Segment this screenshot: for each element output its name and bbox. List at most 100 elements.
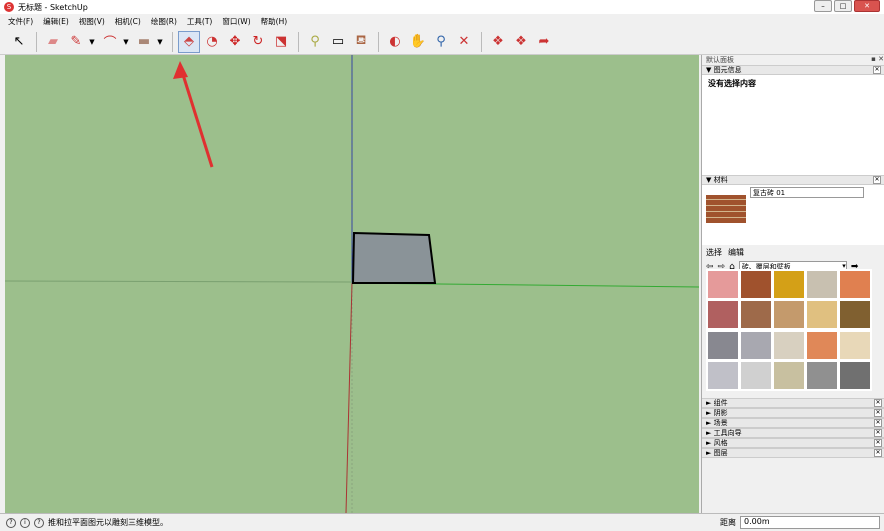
toolbar-separator — [481, 31, 482, 52]
menu-view[interactable]: 视图(V) — [79, 16, 105, 27]
materials-header[interactable]: ▼ 材料 ✕ — [702, 175, 884, 185]
collapsed-section-header[interactable]: ► 阴影 ✕ — [702, 408, 884, 418]
maximize-button[interactable]: □ — [834, 0, 852, 12]
toolbar-separator — [298, 31, 299, 52]
material-swatch[interactable] — [774, 361, 804, 389]
close-icon[interactable]: ✕ — [873, 176, 881, 184]
paint-bucket-tool-icon[interactable]: ⛾ — [350, 31, 372, 53]
tab-edit[interactable]: 编辑 — [728, 247, 744, 258]
material-swatch[interactable] — [774, 271, 804, 298]
default-tray: 默认面板 ▪ ✕ ▼ 图元信息 ✕ 没有选择内容 ▼ 材料 ✕ 复古砖 01 选… — [701, 55, 884, 513]
material-swatch[interactable] — [708, 301, 738, 329]
share-model-icon[interactable]: ➦ — [533, 31, 555, 53]
window-title: 无标题 - SketchUp — [18, 2, 88, 12]
close-icon[interactable]: ✕ — [874, 449, 882, 457]
close-icon[interactable]: ✕ — [874, 399, 882, 407]
close-button[interactable]: ✕ — [854, 0, 880, 12]
instructor-icon[interactable]: ? — [34, 517, 44, 528]
material-swatch[interactable] — [708, 271, 738, 298]
eraser-tool-icon[interactable]: ▰ — [42, 31, 64, 53]
collapsed-section-header[interactable]: ► 图层 ✕ — [702, 448, 884, 458]
text-tool-icon[interactable]: ▭ — [327, 31, 349, 53]
material-swatch[interactable] — [807, 361, 837, 389]
menu-tools[interactable]: 工具(T) — [187, 16, 212, 27]
close-icon[interactable]: ✕ — [874, 419, 882, 427]
extruded-face — [351, 231, 437, 284]
material-swatch[interactable] — [708, 331, 738, 359]
material-preview-swatch — [706, 195, 746, 223]
menu-bar: 文件(F) 编辑(E) 视图(V) 相机(C) 绘图(R) 工具(T) 窗口(W… — [0, 15, 884, 28]
rectangle-tool-icon[interactable]: ▬ — [133, 31, 155, 53]
close-icon[interactable]: ✕ — [874, 409, 882, 417]
material-swatch[interactable] — [840, 271, 870, 298]
menu-help[interactable]: 帮助(H) — [261, 16, 288, 27]
material-preview-area: 复古砖 01 — [702, 185, 884, 245]
toolbar-separator — [172, 31, 173, 52]
extension-warehouse-icon[interactable]: ❖ — [510, 31, 532, 53]
material-swatch[interactable] — [708, 361, 738, 389]
material-swatch[interactable] — [840, 301, 870, 329]
zoom-tool-icon[interactable]: ⚲ — [430, 31, 452, 53]
sketchup-logo-icon: S — [4, 2, 14, 12]
select-tool-icon[interactable]: ↖ — [8, 31, 30, 53]
close-icon[interactable]: ✕ — [874, 439, 882, 447]
follow-me-tool-icon[interactable]: ◔ — [201, 31, 223, 53]
geo-location-icon[interactable]: ? — [6, 517, 16, 528]
close-icon[interactable]: ✕ — [874, 429, 882, 437]
menu-draw[interactable]: 绘图(R) — [151, 16, 177, 27]
chevron-down-icon[interactable]: ▼ — [156, 31, 164, 53]
material-swatch[interactable] — [774, 331, 804, 359]
main-toolbar: ↖ ▰ ✎ ▼ ⌒ ▼ ▬ ▼ ⬘ ◔ ✥ ↻ ⬔ ⚲ ▭ ⛾ ◐ ✋ ⚲ ✕ … — [0, 29, 884, 55]
zoom-extents-tool-icon[interactable]: ✕ — [453, 31, 475, 53]
move-tool-icon[interactable]: ✥ — [224, 31, 246, 53]
pencil-tool-icon[interactable]: ✎ — [65, 31, 87, 53]
push-pull-tool-icon[interactable]: ⬘ — [178, 30, 200, 53]
chevron-down-icon[interactable]: ▼ — [88, 31, 96, 53]
collapsed-section-header[interactable]: ► 工具向导 ✕ — [702, 428, 884, 438]
pan-tool-icon[interactable]: ✋ — [407, 31, 429, 53]
entity-info-body: 没有选择内容 — [702, 75, 884, 175]
toolbar-separator — [36, 31, 37, 52]
collapsed-section-header[interactable]: ► 场景 ✕ — [702, 418, 884, 428]
orbit-tool-icon[interactable]: ◐ — [384, 31, 406, 53]
chevron-down-icon[interactable]: ▼ — [122, 31, 130, 53]
title-bar: S 无标题 - SketchUp – □ ✕ — [0, 0, 884, 14]
entity-info-header[interactable]: ▼ 图元信息 ✕ — [702, 65, 884, 75]
collapsed-section-header[interactable]: ► 组件 ✕ — [702, 398, 884, 408]
scale-tool-icon[interactable]: ⬔ — [270, 31, 292, 53]
measurements-box[interactable]: 0.00m — [740, 516, 880, 529]
menu-edit[interactable]: 编辑(E) — [43, 16, 69, 27]
material-swatch[interactable] — [807, 301, 837, 329]
warehouse-icon[interactable]: ❖ — [487, 31, 509, 53]
model-viewport[interactable] — [5, 55, 699, 513]
menu-file[interactable]: 文件(F) — [8, 16, 33, 27]
tray-title: 默认面板 ▪ ✕ — [702, 55, 884, 65]
collapsed-section-header[interactable]: ► 风格 ✕ — [702, 438, 884, 448]
material-swatch[interactable] — [840, 361, 870, 389]
materials-tabs: 选择 编辑 — [702, 245, 884, 259]
material-swatch[interactable] — [741, 361, 771, 389]
menu-window[interactable]: 窗口(W) — [222, 16, 250, 27]
credits-icon[interactable]: i — [20, 517, 30, 528]
menu-camera[interactable]: 相机(C) — [115, 16, 141, 27]
arc-tool-icon[interactable]: ⌒ — [99, 31, 121, 53]
collapsed-sections: ► 组件 ✕ ► 阴影 ✕ ► 场景 ✕ ► 工具向导 ✕ ► 风格 ✕ ► 图层 ✕ — [702, 398, 884, 458]
material-swatch[interactable] — [741, 301, 771, 329]
minimize-button[interactable]: – — [814, 0, 832, 12]
material-swatch[interactable] — [741, 271, 771, 298]
axes-and-model — [5, 55, 699, 513]
material-swatch[interactable] — [741, 331, 771, 359]
tape-measure-tool-icon[interactable]: ⚲ — [304, 31, 326, 53]
material-name-field[interactable]: 复古砖 01 — [750, 187, 864, 198]
status-bar: ? i ? 推和拉平面图元以雕刻三维模型。 距离 0.00m — [0, 513, 884, 531]
status-hint: 推和拉平面图元以雕刻三维模型。 — [48, 518, 168, 527]
pin-icon[interactable]: ▪ ✕ — [871, 55, 884, 65]
close-icon[interactable]: ✕ — [873, 66, 881, 74]
material-swatch[interactable] — [774, 301, 804, 329]
material-swatch[interactable] — [807, 331, 837, 359]
material-swatch[interactable] — [840, 331, 870, 359]
material-swatch-grid — [706, 269, 872, 391]
material-swatch[interactable] — [807, 271, 837, 298]
tab-select[interactable]: 选择 — [706, 247, 722, 258]
rotate-tool-icon[interactable]: ↻ — [247, 31, 269, 53]
